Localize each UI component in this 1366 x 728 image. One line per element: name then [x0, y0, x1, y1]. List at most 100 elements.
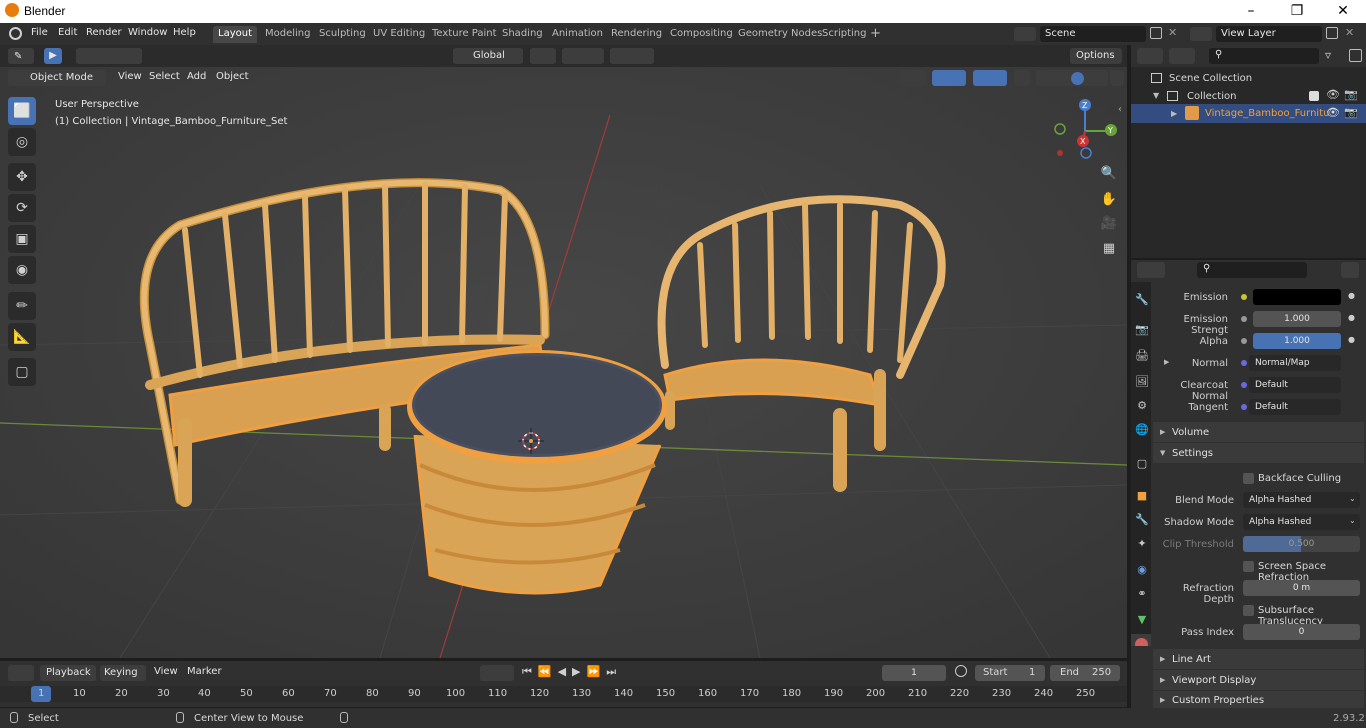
- screen-space-refraction-checkbox[interactable]: [1243, 561, 1254, 572]
- gizmo-toggle[interactable]: [932, 70, 966, 86]
- annotate-tool-icon[interactable]: ✏: [8, 292, 36, 320]
- blender-menu-icon[interactable]: [9, 27, 22, 40]
- solid-shading-icon[interactable]: [1071, 72, 1084, 85]
- scale-tool-icon[interactable]: ▣: [8, 225, 36, 253]
- subsurface-translucency-checkbox[interactable]: [1243, 605, 1254, 616]
- pass-index-field[interactable]: 0: [1243, 624, 1360, 640]
- object-eye-icon[interactable]: 👁: [1326, 106, 1340, 119]
- tab-shading[interactable]: Shading: [497, 26, 548, 43]
- menu-render[interactable]: Render: [86, 27, 122, 38]
- mode-dropdown[interactable]: Object Mode: [8, 70, 106, 86]
- playback-dropdown[interactable]: Playback: [40, 665, 96, 681]
- scene-field[interactable]: Scene: [1040, 26, 1146, 42]
- start-frame-field[interactable]: Start 1: [975, 665, 1045, 681]
- scene-icon[interactable]: [1014, 27, 1036, 41]
- select-mode-icons[interactable]: [76, 48, 142, 64]
- editor-type-icon[interactable]: ✎: [8, 48, 34, 64]
- tab-uv-editing[interactable]: UV Editing: [368, 26, 430, 43]
- tab-modeling[interactable]: Modeling: [260, 26, 316, 43]
- scene-tab-icon[interactable]: ⚙: [1134, 398, 1150, 414]
- collection-eye-icon[interactable]: 👁: [1326, 88, 1340, 101]
- end-frame-field[interactable]: End 250: [1050, 665, 1120, 681]
- clearcoat-normal-field[interactable]: Default: [1249, 377, 1341, 393]
- zoom-icon[interactable]: 🔍: [1097, 162, 1121, 186]
- tab-geometry-nodes[interactable]: Geometry Nodes: [733, 26, 827, 43]
- remove-scene-icon[interactable]: ✕: [1168, 26, 1177, 39]
- blend-mode-dropdown[interactable]: Alpha Hashed: [1243, 492, 1360, 508]
- properties-search-input[interactable]: ⚲: [1197, 262, 1307, 278]
- pan-hand-icon[interactable]: ✋: [1097, 188, 1121, 212]
- rotate-tool-icon[interactable]: ⟳: [8, 194, 36, 222]
- constraints-tab-icon[interactable]: ⚭: [1134, 586, 1150, 602]
- minimize-button[interactable]: –: [1228, 0, 1274, 23]
- 3d-viewport[interactable]: Z Y X User Perspective (1) Collection | …: [0, 45, 1127, 658]
- camera-view-icon[interactable]: 🎥: [1097, 212, 1121, 236]
- properties-editor-icon[interactable]: [1137, 262, 1165, 278]
- proportional-editing-toggle[interactable]: [610, 48, 654, 64]
- data-tab-icon[interactable]: ▼: [1134, 612, 1150, 628]
- keying-dropdown[interactable]: Keying: [100, 665, 146, 681]
- tab-layout[interactable]: Layout: [213, 26, 257, 43]
- emission-strength-field[interactable]: 1.000: [1253, 311, 1341, 327]
- viewport-menu-select[interactable]: Select: [149, 71, 180, 82]
- select-box-tool[interactable]: ⬜: [8, 97, 36, 125]
- playback-controls[interactable]: ⏮⏪◀▶⏩⏭: [522, 665, 622, 679]
- current-frame-field[interactable]: 1: [882, 665, 946, 681]
- ortho-grid-icon[interactable]: ▦: [1097, 237, 1121, 261]
- select-tool-icon[interactable]: ▶: [44, 48, 62, 64]
- tool-tab-icon[interactable]: 🔧: [1134, 292, 1150, 308]
- emission-color-field[interactable]: [1253, 289, 1341, 305]
- overlay-toggle[interactable]: [973, 70, 1007, 86]
- add-workspace-icon[interactable]: +: [870, 26, 881, 41]
- auto-key-toggle[interactable]: [480, 665, 514, 681]
- options-dropdown[interactable]: Options: [1070, 48, 1122, 64]
- world-tab-icon[interactable]: 🌐: [1134, 422, 1150, 438]
- alpha-field[interactable]: 1.000: [1253, 333, 1341, 349]
- viewport-menu-view[interactable]: View: [118, 71, 142, 82]
- outliner-editor-icon[interactable]: [1137, 48, 1163, 64]
- new-collection-icon[interactable]: [1349, 49, 1362, 62]
- tab-texture-paint[interactable]: Texture Paint: [427, 26, 502, 43]
- measure-tool-icon[interactable]: 📐: [8, 323, 36, 351]
- timeline-view-menu[interactable]: View: [154, 666, 178, 677]
- collection-label[interactable]: Collection: [1187, 91, 1236, 102]
- stopwatch-icon[interactable]: [955, 665, 967, 677]
- alpha-keyframe-icon[interactable]: ●: [1348, 335, 1355, 344]
- add-cube-tool-icon[interactable]: ▢: [8, 358, 36, 386]
- scene-collection-label[interactable]: Scene Collection: [1169, 73, 1252, 84]
- emission-strength-keyframe-icon[interactable]: ●: [1348, 313, 1355, 322]
- menu-edit[interactable]: Edit: [58, 27, 77, 38]
- viewport-menu-add[interactable]: Add: [187, 71, 206, 82]
- timeline-editor-icon[interactable]: [8, 665, 34, 681]
- menu-window[interactable]: Window: [128, 27, 167, 38]
- tab-scripting[interactable]: Scripting: [817, 26, 871, 43]
- collection-checkbox[interactable]: [1309, 91, 1319, 101]
- menu-file[interactable]: File: [31, 27, 48, 38]
- object-expand-icon[interactable]: ▶: [1171, 109, 1177, 118]
- viewport-menu-object[interactable]: Object: [216, 71, 249, 82]
- shadow-mode-dropdown[interactable]: Alpha Hashed: [1243, 514, 1360, 530]
- tab-sculpting[interactable]: Sculpting: [314, 26, 371, 43]
- sidebar-toggle-icon[interactable]: ‹: [1118, 104, 1122, 115]
- collection-camera-icon[interactable]: 📷: [1344, 88, 1358, 101]
- view-layer-icon[interactable]: [1190, 27, 1212, 41]
- emission-keyframe-icon[interactable]: ●: [1348, 291, 1355, 300]
- menu-help[interactable]: Help: [173, 27, 196, 38]
- move-tool-icon[interactable]: ✥: [8, 163, 36, 191]
- pivot-dropdown[interactable]: [530, 48, 556, 64]
- view-layer-field[interactable]: View Layer: [1216, 26, 1322, 42]
- remove-view-layer-icon[interactable]: ✕: [1345, 26, 1354, 39]
- object-label[interactable]: Vintage_Bamboo_Furnitu: [1205, 108, 1329, 119]
- object-camera-icon[interactable]: 📷: [1344, 106, 1358, 119]
- tangent-field[interactable]: Default: [1249, 399, 1341, 415]
- collection-tab-icon[interactable]: ▢: [1134, 456, 1150, 472]
- transform-orientation-dropdown[interactable]: Global: [453, 48, 523, 64]
- shading-dropdown[interactable]: [1110, 70, 1124, 86]
- copy-view-layer-icon[interactable]: [1326, 27, 1338, 39]
- cursor-tool-icon[interactable]: ◎: [8, 128, 36, 156]
- refraction-depth-field[interactable]: 0 m: [1243, 580, 1360, 596]
- collection-expand-icon[interactable]: ▼: [1153, 91, 1159, 100]
- xray-toggle[interactable]: [1014, 70, 1030, 86]
- particles-tab-icon[interactable]: ✦: [1134, 536, 1150, 552]
- render-tab-icon[interactable]: 📷: [1134, 322, 1150, 338]
